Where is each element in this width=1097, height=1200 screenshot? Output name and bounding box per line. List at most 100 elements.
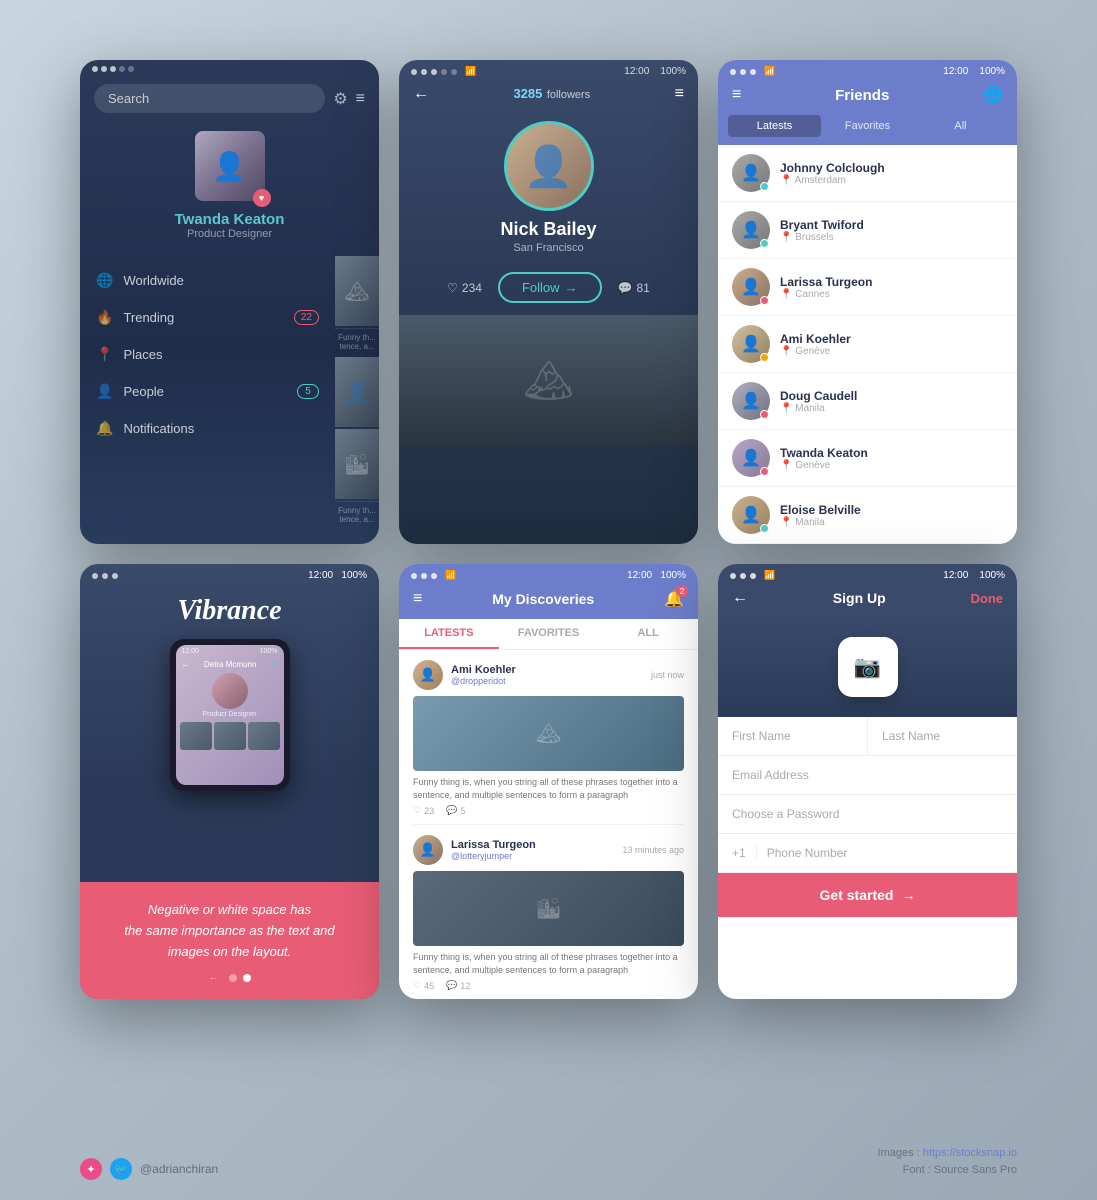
dot-1[interactable] [229,974,237,982]
footer-font-credit: Font : Source Sans Pro [878,1162,1017,1180]
signal-dot-2 [101,66,107,72]
twitter-icon[interactable]: 🐦 [110,1158,132,1180]
dribbble-icon[interactable]: ✦ [80,1158,102,1180]
s2-d5 [451,69,457,75]
menu-icon[interactable]: ≡ [356,90,365,108]
submit-arrow-icon: → [901,887,915,903]
status-indicator-1 [760,239,769,248]
friend-item-4[interactable]: 👤 Doug Caudell 📍 Manila [718,373,1017,430]
nav-item-notifications[interactable]: 🔔 Notifications [80,410,335,447]
friend-item-5[interactable]: 👤 Twanda Keaton 📍 Genève [718,430,1017,487]
submit-button[interactable]: Get started → [718,873,1017,917]
friend-name-3: Ami Koehler [780,332,1003,346]
friend-location-1: 📍 Brussels [780,232,1003,243]
friend-item-0[interactable]: 👤 Johnny Colclough 📍 Amsterdam [718,145,1017,202]
country-code[interactable]: +1 [732,846,757,860]
nav-item-worldwide[interactable]: 🌐 Worldwide [80,262,335,299]
friend-item-6[interactable]: 👤 Eloise Belville 📍 Manila [718,487,1017,544]
back-button-6[interactable]: ← [732,589,748,607]
s4-d2 [102,573,108,579]
comment-action-1[interactable]: 💬 5 [446,805,465,816]
phone-field[interactable]: Phone Number [767,846,1003,860]
inner-avatar [212,673,248,709]
tab-latests-5[interactable]: LATESTS [399,619,499,649]
tab-latests[interactable]: Latests [728,115,821,137]
status-indicator-3 [760,353,769,362]
done-button[interactable]: Done [970,591,1003,606]
s4-d3 [112,573,118,579]
profile-location: San Francisco [513,242,583,254]
search-row: Search ⚙ ≡ [80,76,379,121]
status-bar-4: 12:00 100% [80,564,379,585]
footer-images-credit: Images : https://stocksnap.io [878,1145,1017,1163]
email-field[interactable]: Email Address [718,756,1017,795]
search-input[interactable]: Search [94,84,325,113]
friend-location-6: 📍 Manila [780,517,1003,528]
tab-favorites-5[interactable]: FAVORITES [499,619,599,649]
tab-all-5[interactable]: ALL [598,619,698,649]
post-time-2: 13 minutes ago [622,845,684,855]
trending-icon: 🔥 [96,309,113,326]
gear-icon[interactable]: ⚙ [333,89,347,109]
hamburger-icon-3[interactable]: ≡ [732,86,741,104]
nav-item-places[interactable]: 📍 Places [80,336,335,373]
s3-d3 [750,69,756,75]
friend-item-3[interactable]: 👤 Ami Koehler 📍 Genève [718,316,1017,373]
post-image-1: 🏔 [413,696,684,771]
inner-images [176,722,284,750]
like-action-2[interactable]: ♡ 45 [413,980,434,991]
last-name-field[interactable]: Last Name [868,717,1017,755]
avatar-image: 👤 [195,131,265,201]
photo-button[interactable]: 📷 [838,637,898,697]
friends-title: Friends [835,87,889,104]
signup-title: Sign Up [833,590,886,606]
friend-avatar-2: 👤 [732,268,770,306]
status-right-3: 12:00 100% [943,66,1005,77]
inner-thumb-1 [180,722,212,750]
friend-location-2: 📍 Cannes [780,289,1003,300]
nav-label-places: Places [123,347,162,362]
images-url[interactable]: https://stocksnap.io [923,1147,1017,1159]
action-bar: ♡ 234 Follow → 💬 81 [399,260,698,315]
footer-right: Images : https://stocksnap.io Font : Sou… [878,1145,1017,1180]
notification-icon-5[interactable]: 🔔 2 [664,589,684,609]
back-button-2[interactable]: ← [413,85,429,103]
avatar: 👤 [195,131,265,201]
friend-avatar-4: 👤 [732,382,770,420]
like-action-1[interactable]: ♡ 23 [413,805,434,816]
battery-3: 100% [979,66,1005,77]
tab-all[interactable]: All [914,115,1007,137]
inner-time: 12:00 [182,648,200,655]
nav-item-trending[interactable]: 🔥 Trending 22 [80,299,335,336]
status-bar-5: 📶 12:00 100% [399,564,698,585]
password-field[interactable]: Choose a Password [718,795,1017,834]
tagline-section: Negative or white space hasthe same impo… [80,882,379,999]
status-bar-3: 📶 12:00 100% [718,60,1017,81]
friend-item-1[interactable]: 👤 Bryant Twiford 📍 Brussels [718,202,1017,259]
font-name: Source Sans Pro [934,1164,1017,1176]
card-sidebar-nav: Search ⚙ ≡ 👤 ♥ Twanda Keaton Product Des… [80,60,379,544]
dot-2[interactable] [243,974,251,982]
post-header-1: 👤 Ami Koehler @dropperidot just now [413,660,684,690]
follow-button[interactable]: Follow → [498,272,602,303]
hamburger-icon-2[interactable]: ≡ [675,85,684,103]
status-bar-6: 📶 12:00 100% [718,564,1017,585]
friend-info-1: Bryant Twiford 📍 Brussels [780,218,1003,243]
thumb-2: 👤 [335,357,379,427]
prev-arrow-icon[interactable]: ← [209,972,219,983]
first-name-field[interactable]: First Name [718,717,868,755]
comment-action-2[interactable]: 💬 12 [446,980,470,991]
likes-count: ♡ 234 [447,281,482,295]
tab-favorites[interactable]: Favorites [821,115,914,137]
comment-icon-2: 💬 [618,281,633,295]
signal-dot-1 [92,66,98,72]
friend-item-2[interactable]: 👤 Larissa Turgeon 📍 Cannes [718,259,1017,316]
signal-dot-4 [119,66,125,72]
hamburger-icon-5[interactable]: ≡ [413,590,422,608]
nav-item-people[interactable]: 👤 People 5 [80,373,335,410]
user-role: Product Designer [187,228,272,240]
post-handle-1: @dropperidot [451,676,516,686]
globe-icon-3[interactable]: 🌐 [983,85,1003,105]
friend-name-4: Doug Caudell [780,389,1003,403]
inner-screen: 12:00 100% ← Detra Mcmunn ✎ Product Desi… [176,645,284,785]
